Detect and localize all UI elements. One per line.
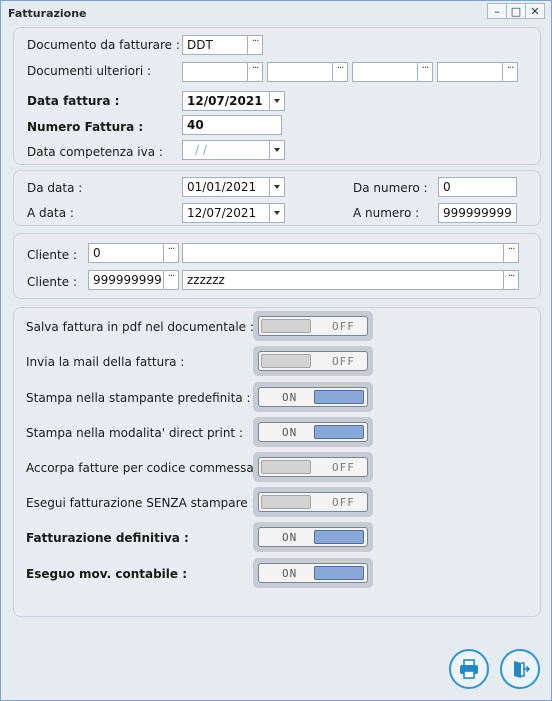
toggle-state-text: ON [282,531,298,544]
ulteriori-browse-button-4[interactable]: ··· [502,62,518,82]
cliente-code-field-1[interactable]: 0 [88,243,164,263]
da-numero-label: Da numero : [353,181,428,195]
da-numero-field[interactable]: 0 [438,177,517,197]
option-toggle[interactable]: OFF [253,346,373,376]
toggle-track: ON [258,527,368,547]
fatturazione-window: Fatturazione – □ ✕ Documento da fatturar… [0,0,552,701]
toggle-knob [261,319,311,333]
minimize-button[interactable]: – [487,3,507,19]
option-label: Salva fattura in pdf nel documentale : [26,320,254,334]
data-fattura-dropdown[interactable] [269,91,285,111]
toggle-track: ON [258,563,368,583]
option-label: Fatturazione definitiva : [26,531,189,545]
ulteriori-browse-button-1[interactable]: ··· [247,62,263,82]
toggle-knob [314,530,364,544]
cliente-name-field-2[interactable]: zzzzzz [182,270,504,290]
toggle-state-text: OFF [332,320,355,333]
option-label: Eseguo mov. contabile : [26,567,188,581]
option-toggle[interactable]: ON [253,382,373,412]
documento-field[interactable]: DDT [182,35,248,55]
toggle-state-text: ON [282,426,298,439]
toggle-track: OFF [258,457,368,477]
toggle-knob [314,390,364,404]
numero-fattura-field[interactable]: 40 [182,115,282,135]
option-toggle[interactable]: ON [253,417,373,447]
da-data-field[interactable]: 01/01/2021 [182,177,270,197]
toggle-knob [261,354,311,368]
data-fattura-field[interactable]: 12/07/2021 [182,91,270,111]
ulteriori-field-4[interactable] [437,62,503,82]
toggle-state-text: OFF [332,461,355,474]
close-button[interactable]: ✕ [525,3,545,19]
ulteriori-field-1[interactable] [182,62,248,82]
chevron-down-icon [274,185,280,189]
range-panel: Da data : 01/01/2021 Da numero : 0 A dat… [13,170,541,226]
ulteriori-browse-button-3[interactable]: ··· [417,62,433,82]
document-panel: Documento da fatturare : DDT ··· Documen… [13,27,541,165]
competenza-iva-label: Data competenza iva : [27,145,163,159]
toggle-knob [261,495,311,509]
option-label: Stampa nella stampante predefinita : [26,391,251,405]
option-label: Accorpa fatture per codice commessa : [26,461,262,475]
option-toggle[interactable]: ON [253,522,373,552]
maximize-button[interactable]: □ [506,3,526,19]
competenza-iva-dropdown[interactable] [269,140,285,160]
chevron-down-icon [274,211,280,215]
window-controls: – □ ✕ [487,3,545,19]
cliente-name-browse-1[interactable]: ··· [503,243,519,263]
printer-icon [460,659,478,679]
window-title: Fatturazione [8,7,87,20]
chevron-down-icon [274,99,280,103]
da-data-dropdown[interactable] [269,177,285,197]
option-toggle[interactable]: OFF [253,311,373,341]
exit-door-icon [514,661,531,678]
ulteriori-browse-button-2[interactable]: ··· [332,62,348,82]
documento-browse-button[interactable]: ··· [247,35,263,55]
toggle-state-text: OFF [332,355,355,368]
competenza-iva-field[interactable]: / / [182,140,270,160]
option-toggle[interactable]: OFF [253,487,373,517]
cliente-code-field-2[interactable]: 999999999 [88,270,164,290]
toggle-track: OFF [258,351,368,371]
cliente-label-2: Cliente : [27,275,77,289]
ulteriori-field-3[interactable] [352,62,418,82]
toggle-knob [261,460,311,474]
cliente-name-field-1[interactable] [182,243,504,263]
a-numero-field[interactable]: 999999999 [438,203,517,223]
numero-fattura-label: Numero Fattura : [27,120,144,134]
title-bar: Fatturazione – □ ✕ [1,1,551,25]
cliente-code-browse-1[interactable]: ··· [163,243,179,263]
toggle-track: OFF [258,316,368,336]
option-label: Stampa nella modalita' direct print : [26,426,243,440]
data-fattura-label: Data fattura : [27,94,120,108]
ulteriori-field-2[interactable] [267,62,333,82]
chevron-down-icon [274,148,280,152]
exit-button[interactable] [500,649,540,689]
option-label: Esegui fatturazione SENZA stampare : [26,496,256,510]
toggle-knob [314,566,364,580]
option-toggle[interactable]: ON [253,558,373,588]
cliente-code-browse-2[interactable]: ··· [163,270,179,290]
toggle-track: ON [258,387,368,407]
cliente-name-browse-2[interactable]: ··· [503,270,519,290]
cliente-label-1: Cliente : [27,248,77,262]
toggle-state-text: OFF [332,496,355,509]
option-toggle[interactable]: OFF [253,452,373,482]
print-button[interactable] [449,649,489,689]
toggle-knob [314,425,364,439]
a-data-dropdown[interactable] [269,203,285,223]
toggle-state-text: ON [282,391,298,404]
documento-label: Documento da fatturare : [27,38,180,52]
clienti-panel: Cliente : 0 ··· ··· Cliente : 999999999 … [13,233,541,299]
da-data-label: Da data : [27,181,83,195]
ulteriori-label: Documenti ulteriori : [27,64,152,78]
toggle-state-text: ON [282,567,298,580]
a-numero-label: A numero : [353,206,420,220]
option-label: Invia la mail della fattura : [26,355,185,369]
toggle-track: OFF [258,492,368,512]
a-data-label: A data : [27,206,74,220]
toggle-track: ON [258,422,368,442]
a-data-field[interactable]: 12/07/2021 [182,203,270,223]
